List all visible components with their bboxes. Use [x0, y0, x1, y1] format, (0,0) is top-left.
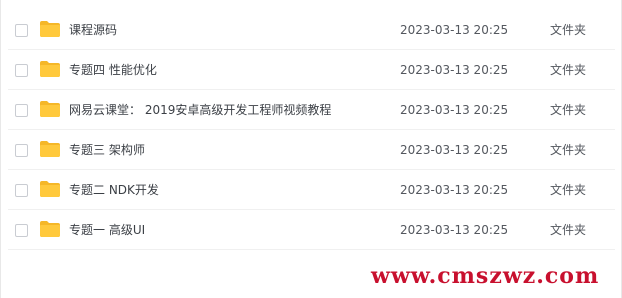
file-type: 文件夹 — [550, 223, 587, 237]
file-type: 文件夹 — [550, 63, 587, 77]
file-type: 文件夹 — [550, 23, 587, 37]
row-checkbox[interactable] — [15, 224, 28, 237]
file-row[interactable]: 网易云课堂： 2019安卓高级开发工程师视频教程 2023-03-13 20:2… — [1, 90, 622, 130]
file-type: 文件夹 — [550, 103, 587, 117]
modified-date: 2023-03-13 20:25 — [400, 183, 509, 197]
modified-date: 2023-03-13 20:25 — [400, 103, 509, 117]
folder-icon — [40, 61, 60, 77]
file-list: 课程源码 2023-03-13 20:25 文件夹 专题四 性能优化 2023-… — [1, 10, 622, 250]
modified-date: 2023-03-13 20:25 — [400, 143, 509, 157]
file-name[interactable]: 专题二 NDK开发 — [69, 170, 159, 210]
folder-icon — [40, 21, 60, 37]
file-row[interactable]: 课程源码 2023-03-13 20:25 文件夹 — [1, 10, 622, 50]
folder-icon — [40, 221, 60, 237]
row-checkbox[interactable] — [15, 104, 28, 117]
file-type: 文件夹 — [550, 143, 587, 157]
file-row[interactable]: 专题二 NDK开发 2023-03-13 20:25 文件夹 — [1, 170, 622, 210]
modified-date: 2023-03-13 20:25 — [400, 23, 509, 37]
file-type: 文件夹 — [550, 183, 587, 197]
row-checkbox[interactable] — [15, 24, 28, 37]
file-list-panel: 课程源码 2023-03-13 20:25 文件夹 专题四 性能优化 2023-… — [0, 0, 622, 298]
file-name[interactable]: 专题三 架构师 — [69, 130, 145, 170]
row-checkbox[interactable] — [15, 64, 28, 77]
folder-icon — [40, 181, 60, 197]
file-row[interactable]: 专题一 高级UI 2023-03-13 20:25 文件夹 — [1, 210, 622, 250]
row-checkbox[interactable] — [15, 144, 28, 157]
file-name[interactable]: 课程源码 — [69, 10, 117, 50]
file-row[interactable]: 专题三 架构师 2023-03-13 20:25 文件夹 — [1, 130, 622, 170]
modified-date: 2023-03-13 20:25 — [400, 223, 509, 237]
folder-icon — [40, 101, 60, 117]
modified-date: 2023-03-13 20:25 — [400, 63, 509, 77]
file-row[interactable]: 专题四 性能优化 2023-03-13 20:25 文件夹 — [1, 50, 622, 90]
watermark-text: www.cmszwz.com — [371, 263, 600, 289]
row-checkbox[interactable] — [15, 184, 28, 197]
file-name[interactable]: 专题一 高级UI — [69, 210, 145, 250]
folder-icon — [40, 141, 60, 157]
file-name[interactable]: 网易云课堂： 2019安卓高级开发工程师视频教程 — [69, 90, 331, 130]
file-name[interactable]: 专题四 性能优化 — [69, 50, 157, 90]
